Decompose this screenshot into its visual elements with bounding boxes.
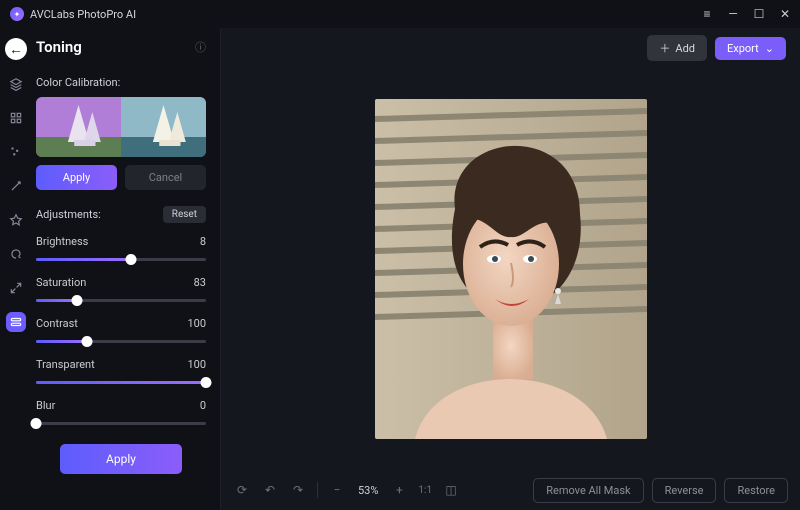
- slider-thumb[interactable]: [71, 295, 82, 306]
- slider-contrast: Contrast 100: [36, 317, 206, 348]
- side-panel: Toning ⓘ Color Calibration:: [32, 28, 220, 510]
- paint-icon[interactable]: [6, 244, 26, 264]
- color-calibration-label: Color Calibration:: [36, 76, 206, 89]
- reset-button[interactable]: Reset: [163, 206, 206, 223]
- bottombar-right: Remove All Mask Reverse Restore: [533, 478, 788, 503]
- adjustments-header: Adjustments: Reset: [36, 206, 206, 223]
- panel-header: Toning ⓘ: [36, 38, 206, 56]
- expand-icon[interactable]: [6, 278, 26, 298]
- toning-icon[interactable]: [6, 312, 26, 332]
- calibration-after-thumb[interactable]: [121, 97, 206, 157]
- titlebar: ✦ AVCLabs PhotoPro AI ≡ ― ☐ ✕: [0, 0, 800, 28]
- slider-track[interactable]: [36, 252, 206, 266]
- remove-mask-button[interactable]: Remove All Mask: [533, 478, 643, 503]
- export-label: Export: [727, 42, 759, 55]
- fit-button[interactable]: 1:1: [418, 485, 432, 496]
- slider-thumb[interactable]: [82, 336, 93, 347]
- restore-button[interactable]: Restore: [724, 478, 788, 503]
- slider-label: Contrast: [36, 317, 78, 330]
- slider-value: 100: [187, 358, 206, 371]
- slider-thumb[interactable]: [126, 254, 137, 265]
- minimize-icon[interactable]: ―: [726, 7, 740, 21]
- zoom-value: 53%: [356, 484, 380, 497]
- refresh-icon[interactable]: ⟳: [233, 483, 251, 497]
- slider-brightness: Brightness 8: [36, 235, 206, 266]
- reverse-button[interactable]: Reverse: [652, 478, 717, 503]
- slider-track[interactable]: [36, 375, 206, 389]
- crop-icon[interactable]: [6, 210, 26, 230]
- adjustments-label: Adjustments:: [36, 208, 101, 221]
- slider-thumb[interactable]: [31, 418, 42, 429]
- zoom-in-button[interactable]: +: [390, 483, 408, 497]
- sliders-container: Brightness8Saturation83Contrast100Transp…: [36, 231, 206, 440]
- slider-label: Transparent: [36, 358, 95, 371]
- add-button[interactable]: ＋ Add: [647, 35, 707, 61]
- slider-blur: Blur 0: [36, 399, 206, 430]
- menu-icon[interactable]: ≡: [700, 7, 714, 21]
- preview-image: [375, 99, 647, 439]
- chevron-down-icon: ⌄: [765, 42, 774, 55]
- slider-thumb[interactable]: [201, 377, 212, 388]
- toolstrip: ←: [0, 28, 32, 510]
- close-icon[interactable]: ✕: [778, 7, 792, 21]
- bottombar-left: ⟳ ↶ ↷ − 53% + 1:1 ◫: [233, 482, 460, 498]
- sparkle-icon[interactable]: [6, 142, 26, 162]
- titlebar-left: ✦ AVCLabs PhotoPro AI: [10, 7, 136, 21]
- slider-transparent: Transparent 100: [36, 358, 206, 389]
- slider-value: 83: [194, 276, 206, 289]
- magic-icon[interactable]: [6, 176, 26, 196]
- plus-icon: ＋: [659, 40, 670, 56]
- maximize-icon[interactable]: ☐: [752, 7, 766, 21]
- bottombar: ⟳ ↶ ↷ − 53% + 1:1 ◫ Remove All Mask Reve…: [221, 470, 800, 510]
- app-title: AVCLabs PhotoPro AI: [30, 8, 136, 21]
- viewport[interactable]: [221, 68, 800, 470]
- back-button[interactable]: ←: [5, 38, 27, 60]
- slider-saturation: Saturation 83: [36, 276, 206, 307]
- calibration-buttons: Apply Cancel: [36, 165, 206, 190]
- slider-track[interactable]: [36, 293, 206, 307]
- apply-adjustments-button[interactable]: Apply: [60, 444, 182, 474]
- slider-value: 100: [187, 317, 206, 330]
- calibration-thumbnails: [36, 97, 206, 157]
- separator: [317, 482, 318, 498]
- undo-icon[interactable]: ↶: [261, 483, 279, 497]
- slider-label: Saturation: [36, 276, 86, 289]
- canvas-topbar: ＋ Add Export ⌄: [221, 28, 800, 68]
- window-controls: ≡ ― ☐ ✕: [700, 7, 792, 21]
- export-button[interactable]: Export ⌄: [715, 37, 786, 60]
- cancel-calibration-button[interactable]: Cancel: [125, 165, 206, 190]
- panel-title: Toning: [36, 38, 82, 56]
- apply-calibration-button[interactable]: Apply: [36, 165, 117, 190]
- calibration-before-thumb[interactable]: [36, 97, 121, 157]
- info-icon[interactable]: ⓘ: [195, 39, 206, 55]
- slider-track[interactable]: [36, 334, 206, 348]
- slider-value: 8: [200, 235, 206, 248]
- compare-icon[interactable]: ◫: [442, 483, 460, 497]
- app-logo-icon: ✦: [10, 7, 24, 21]
- slider-label: Blur: [36, 399, 55, 412]
- app-body: ← Toning ⓘ Color Calibration:: [0, 28, 800, 510]
- slider-label: Brightness: [36, 235, 88, 248]
- redo-icon[interactable]: ↷: [289, 483, 307, 497]
- selection-icon[interactable]: [6, 108, 26, 128]
- slider-track[interactable]: [36, 416, 206, 430]
- canvas-area: ＋ Add Export ⌄: [220, 28, 800, 510]
- zoom-out-button[interactable]: −: [328, 483, 346, 497]
- add-label: Add: [675, 42, 695, 55]
- layers-icon[interactable]: [6, 74, 26, 94]
- slider-value: 0: [200, 399, 206, 412]
